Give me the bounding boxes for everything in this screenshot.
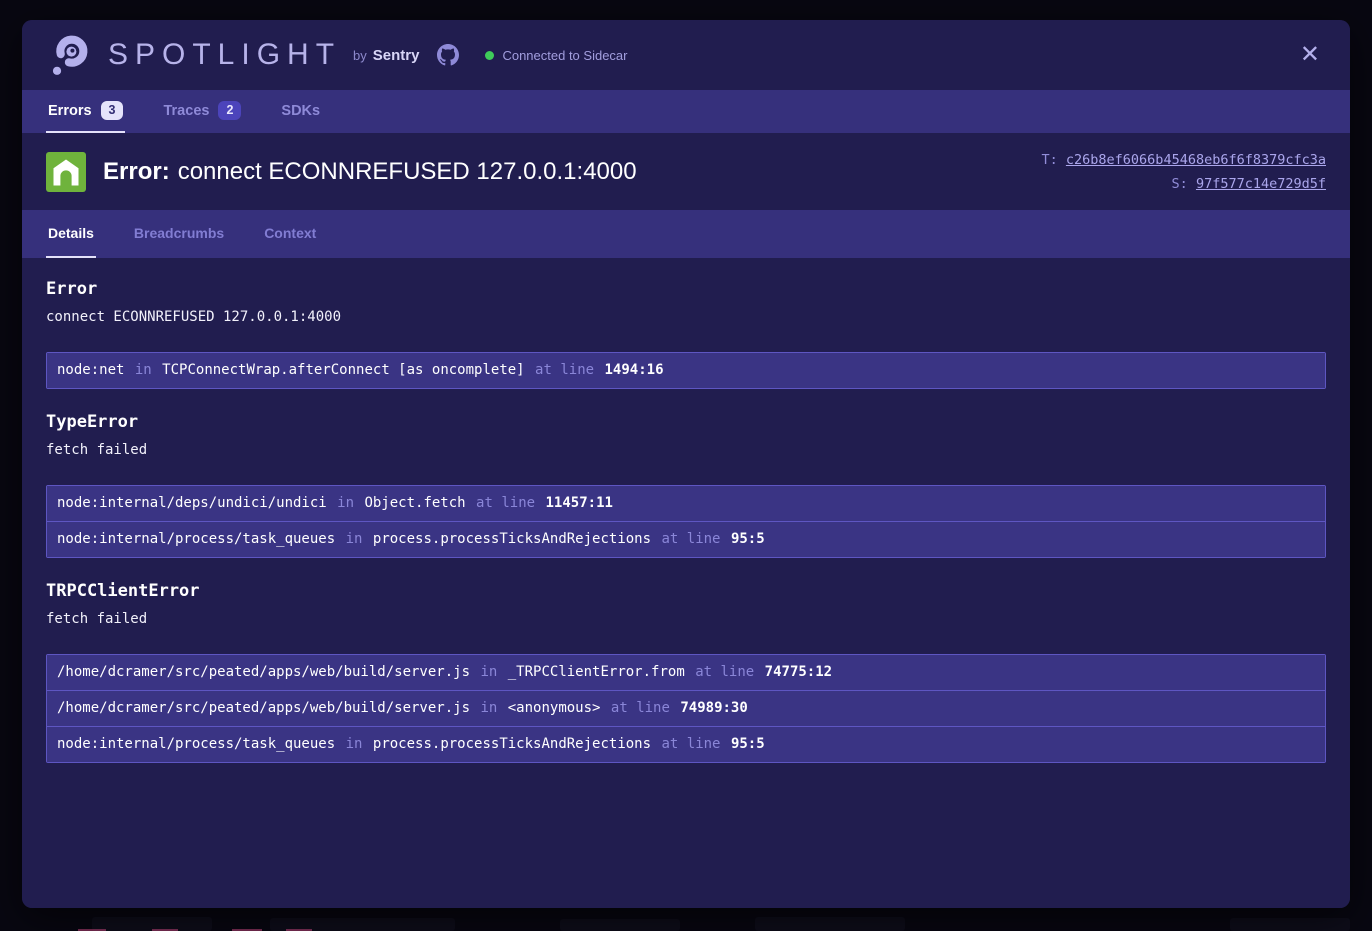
byline: by Sentry	[353, 47, 419, 64]
error-type-heading: TypeError	[46, 412, 1326, 432]
tab-breadcrumbs[interactable]: Breadcrumbs	[132, 210, 226, 258]
frame-module: /home/dcramer/src/peated/apps/web/build/…	[57, 664, 470, 680]
span-id-link[interactable]: 97f577c14e729d5f	[1196, 176, 1326, 192]
error-message: connect ECONNREFUSED 127.0.0.1:4000	[46, 309, 1326, 325]
frame-at-line-label: at line	[533, 362, 596, 378]
tab-traces-label: Traces	[163, 103, 209, 119]
frame-in-label: in	[335, 495, 356, 511]
frame-at-line-label: at line	[474, 495, 537, 511]
frame-at-line-label: at line	[693, 664, 756, 680]
frame-function: TCPConnectWrap.afterConnect [as oncomple…	[162, 362, 524, 378]
error-section: Error connect ECONNREFUSED 127.0.0.1:400…	[46, 279, 1326, 389]
frame-line-number: 74989:30	[680, 700, 747, 716]
traces-count-badge: 2	[218, 101, 241, 120]
stack-frame-list: node:internal/deps/undici/undici in Obje…	[46, 485, 1326, 558]
error-type-heading: TRPCClientError	[46, 581, 1326, 601]
frame-line-number: 74775:12	[765, 664, 832, 680]
app-title: SPOTLIGHT	[108, 38, 341, 72]
span-id-label: S:	[1172, 176, 1188, 192]
spotlight-logo-icon	[46, 32, 92, 78]
stack-frame-row[interactable]: node:internal/deps/undici/undici in Obje…	[47, 486, 1325, 521]
error-section: TRPCClientError fetch failed /home/dcram…	[46, 581, 1326, 763]
stack-frame-row[interactable]: node:net in TCPConnectWrap.afterConnect …	[47, 353, 1325, 388]
background-artifact	[560, 919, 680, 931]
byline-prefix: by	[353, 48, 367, 63]
event-title: Error: connect ECONNREFUSED 127.0.0.1:400…	[103, 158, 1042, 186]
frame-function: process.processTicksAndRejections	[373, 736, 651, 752]
frame-in-label: in	[478, 664, 499, 680]
background-artifact	[755, 917, 905, 931]
frame-at-line-label: at line	[609, 700, 672, 716]
frame-at-line-label: at line	[659, 736, 722, 752]
connection-status: Connected to Sidecar	[485, 48, 627, 63]
frame-line-number: 11457:11	[546, 495, 613, 511]
detail-tab-bar: Details Breadcrumbs Context	[22, 210, 1350, 258]
event-header: Error: connect ECONNREFUSED 127.0.0.1:400…	[22, 133, 1350, 210]
frame-module: node:internal/deps/undici/undici	[57, 495, 327, 511]
connection-status-label: Connected to Sidecar	[502, 48, 627, 63]
error-section: TypeError fetch failed node:internal/dep…	[46, 412, 1326, 558]
tab-context[interactable]: Context	[262, 210, 318, 258]
frame-function: Object.fetch	[364, 495, 465, 511]
span-id-row: S: 97f577c14e729d5f	[1042, 172, 1327, 196]
frame-module: node:net	[57, 362, 124, 378]
tab-traces[interactable]: Traces 2	[161, 90, 243, 133]
background-artifact	[1230, 918, 1350, 931]
close-button[interactable]: ✕	[1294, 39, 1326, 71]
frame-module: node:internal/process/task_queues	[57, 736, 335, 752]
trace-id-label: T:	[1042, 152, 1058, 168]
frame-in-label: in	[344, 736, 365, 752]
main-tab-bar: Errors 3 Traces 2 SDKs	[22, 90, 1350, 133]
frame-function: <anonymous>	[508, 700, 601, 716]
frame-module: node:internal/process/task_queues	[57, 531, 335, 547]
frame-function: process.processTicksAndRejections	[373, 531, 651, 547]
tab-errors[interactable]: Errors 3	[46, 90, 125, 133]
event-ids: T: c26b8ef6066b45468eb6f6f8379cfc3a S: 9…	[1042, 148, 1327, 196]
frame-module: /home/dcramer/src/peated/apps/web/build/…	[57, 700, 470, 716]
error-type-heading: Error	[46, 279, 1326, 299]
sentry-brand: Sentry	[373, 47, 420, 64]
stack-frame-row[interactable]: /home/dcramer/src/peated/apps/web/build/…	[47, 655, 1325, 690]
frame-in-label: in	[478, 700, 499, 716]
tab-sdks[interactable]: SDKs	[279, 90, 322, 133]
stack-frame-list: /home/dcramer/src/peated/apps/web/build/…	[46, 654, 1326, 763]
trace-id-link[interactable]: c26b8ef6066b45468eb6f6f8379cfc3a	[1066, 152, 1326, 168]
error-details-content: Error connect ECONNREFUSED 127.0.0.1:400…	[22, 258, 1350, 908]
stack-frame-row[interactable]: /home/dcramer/src/peated/apps/web/build/…	[47, 690, 1325, 726]
stack-frame-row[interactable]: node:internal/process/task_queues in pro…	[47, 521, 1325, 557]
error-message: fetch failed	[46, 442, 1326, 458]
errors-count-badge: 3	[101, 101, 124, 120]
github-icon[interactable]	[437, 44, 459, 66]
tab-details[interactable]: Details	[46, 210, 96, 258]
event-level-label: Error:	[103, 158, 170, 185]
frame-line-number: 95:5	[731, 736, 765, 752]
frame-function: _TRPCClientError.from	[508, 664, 685, 680]
tab-errors-label: Errors	[48, 103, 92, 119]
frame-line-number: 1494:16	[605, 362, 664, 378]
connected-dot-icon	[485, 51, 494, 60]
stack-frame-list: node:net in TCPConnectWrap.afterConnect …	[46, 352, 1326, 389]
tab-sdks-label: SDKs	[281, 103, 320, 119]
app-header: SPOTLIGHT by Sentry Connected to Sidecar…	[22, 20, 1350, 90]
frame-line-number: 95:5	[731, 531, 765, 547]
trace-id-row: T: c26b8ef6066b45468eb6f6f8379cfc3a	[1042, 148, 1327, 172]
spotlight-overlay-panel: SPOTLIGHT by Sentry Connected to Sidecar…	[22, 20, 1350, 908]
event-title-text: connect ECONNREFUSED 127.0.0.1:4000	[178, 158, 637, 185]
error-message: fetch failed	[46, 611, 1326, 627]
frame-in-label: in	[133, 362, 154, 378]
stack-frame-row[interactable]: node:internal/process/task_queues in pro…	[47, 726, 1325, 762]
frame-at-line-label: at line	[659, 531, 722, 547]
node-platform-icon	[46, 152, 86, 192]
frame-in-label: in	[344, 531, 365, 547]
